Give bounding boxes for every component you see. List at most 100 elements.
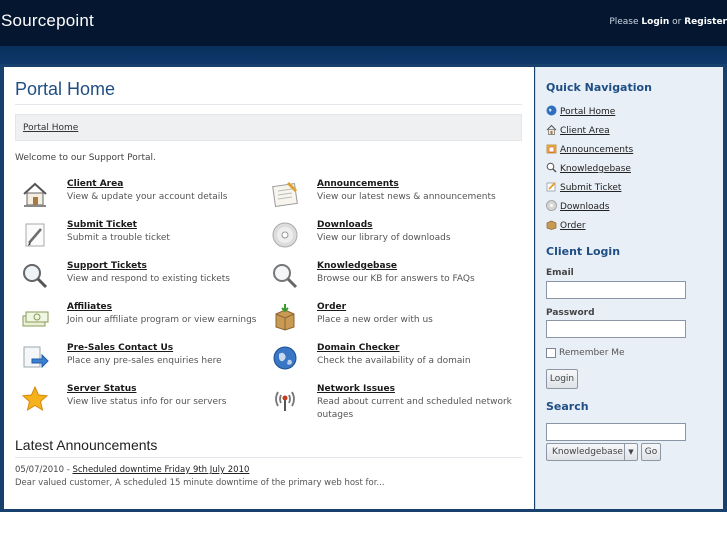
auth-links: Please Login or Register <box>609 17 727 27</box>
feature-server-status: Server Status View live status info for … <box>20 384 265 418</box>
quick-nav-heading: Quick Navigation <box>546 81 652 94</box>
quick-nav-label: Portal Home <box>560 107 616 117</box>
chevron-down-icon: ▼ <box>624 444 637 460</box>
login-button[interactable]: Login <box>546 369 578 389</box>
notepad-icon <box>272 181 298 207</box>
globe-icon <box>273 346 297 370</box>
feature-downloads: Downloads View our library of downloads <box>270 220 515 254</box>
feature-domain-checker: Domain Checker Check the availability of… <box>270 343 515 377</box>
feature-desc: View live status info for our servers <box>67 397 227 407</box>
disc-icon <box>272 222 298 248</box>
password-label: Password <box>546 308 595 318</box>
feature-desc: View and respond to existing tickets <box>67 274 230 284</box>
house-icon <box>23 182 47 207</box>
announcement-link[interactable]: Scheduled downtime Friday 9th July 2010 <box>72 465 249 475</box>
announcements-divider <box>15 457 522 458</box>
feature-desc: View our library of downloads <box>317 233 451 243</box>
quick-nav-submit-ticket[interactable]: Submit Ticket <box>546 181 621 193</box>
feature-desc: Place any pre-sales enquiries here <box>67 356 222 366</box>
password-field[interactable] <box>546 320 686 338</box>
feature-label[interactable]: Announcements <box>317 179 399 189</box>
email-field[interactable] <box>546 281 686 299</box>
search-input[interactable] <box>546 423 686 441</box>
feature-label[interactable]: Submit Ticket <box>67 220 137 230</box>
register-link[interactable]: Register <box>684 17 727 27</box>
feature-desc: Browse our KB for answers to FAQs <box>317 274 475 284</box>
search-scope-select[interactable]: Knowledgebase ▼ <box>546 443 638 461</box>
quick-nav-label: Announcements <box>560 145 634 155</box>
feature-knowledgebase: Knowledgebase Browse our KB for answers … <box>270 261 515 295</box>
feature-label[interactable]: Affiliates <box>67 302 112 312</box>
feature-support-tickets: Support Tickets View and respond to exis… <box>20 261 265 295</box>
antenna-icon <box>275 391 295 411</box>
quick-nav-knowledgebase[interactable]: Knowledgebase <box>546 162 631 174</box>
feature-label[interactable]: Pre-Sales Contact Us <box>67 343 173 353</box>
feature-client-area: Client Area View & update your account d… <box>20 179 265 213</box>
feature-desc: View & update your account details <box>67 192 228 202</box>
welcome-text: Welcome to our Support Portal. <box>15 153 156 163</box>
quick-nav-announcements[interactable]: Announcements <box>546 143 633 155</box>
title-divider <box>15 104 522 105</box>
feature-label[interactable]: Server Status <box>67 384 137 394</box>
feature-desc: Read about current and scheduled network… <box>317 397 512 420</box>
feature-affiliates: Affiliates Join our affiliate program or… <box>20 302 265 336</box>
auth-or: or <box>672 17 682 27</box>
feature-desc: Place a new order with us <box>317 315 433 325</box>
quick-nav-client-area[interactable]: Client Area <box>546 124 610 136</box>
house-icon <box>546 124 557 135</box>
announcement-excerpt: Dear valued customer, A scheduled 15 min… <box>15 478 385 488</box>
brand-logo[interactable]: Sourcepoint <box>1 11 94 31</box>
feature-desc: Check the availability of a domain <box>317 356 471 366</box>
quick-nav-portal-home[interactable]: Portal Home <box>546 105 615 117</box>
email-label: Email <box>546 268 574 278</box>
feature-label[interactable]: Domain Checker <box>317 343 399 353</box>
pencil-paper-icon <box>546 181 557 192</box>
quick-nav-label: Client Area <box>560 126 610 136</box>
nav-band <box>0 46 727 66</box>
feature-pre-sales-contact: Pre-Sales Contact Us Place any pre-sales… <box>20 343 265 377</box>
feature-network-issues: Network Issues Read about current and sc… <box>270 384 515 420</box>
feature-submit-ticket: Submit Ticket Submit a trouble ticket <box>20 220 265 254</box>
box-icon <box>275 304 295 331</box>
go-button[interactable]: Go <box>641 443 661 461</box>
pencil-paper-icon <box>25 223 45 247</box>
quick-nav-label: Knowledgebase <box>560 164 631 174</box>
quick-nav-label: Downloads <box>560 202 610 212</box>
feature-label[interactable]: Support Tickets <box>67 261 147 271</box>
arrow-doc-icon <box>23 346 49 369</box>
announcements-heading: Latest Announcements <box>15 437 158 453</box>
breadcrumb-portal-home[interactable]: Portal Home <box>23 123 78 133</box>
feature-announcements: Announcements View our latest news & ann… <box>270 179 515 213</box>
feature-label[interactable]: Order <box>317 302 346 312</box>
globe-icon <box>546 105 557 116</box>
feature-label[interactable]: Knowledgebase <box>317 261 397 271</box>
feature-label[interactable]: Client Area <box>67 179 123 189</box>
page-title: Portal Home <box>15 79 116 99</box>
folder-icon <box>546 143 557 154</box>
feature-order: Order Place a new order with us <box>270 302 515 336</box>
magnifier-icon <box>273 264 298 289</box>
magnifier-icon <box>546 162 557 173</box>
remember-me-checkbox[interactable] <box>546 348 556 358</box>
client-login-heading: Client Login <box>546 245 621 258</box>
feature-label[interactable]: Downloads <box>317 220 373 230</box>
quick-nav-order[interactable]: Order <box>546 219 586 231</box>
feature-desc: Join our affiliate program or view earni… <box>67 315 257 325</box>
search-scope-value: Knowledgebase <box>552 447 623 457</box>
feature-desc: View our latest news & announcements <box>317 192 496 202</box>
magnifier-icon <box>23 264 48 289</box>
quick-nav-label: Submit Ticket <box>560 183 622 193</box>
disc-icon <box>546 200 557 211</box>
login-link[interactable]: Login <box>641 17 669 27</box>
feature-label[interactable]: Network Issues <box>317 384 395 394</box>
quick-nav-downloads[interactable]: Downloads <box>546 200 609 212</box>
breadcrumb: Portal Home <box>15 114 522 141</box>
star-icon <box>21 385 49 412</box>
cash-icon <box>22 311 49 327</box>
announcement-date: 05/07/2010 <box>15 465 64 475</box>
announcement-item: 05/07/2010 - Scheduled downtime Friday 9… <box>15 465 249 475</box>
quick-nav-label: Order <box>560 221 586 231</box>
box-icon <box>546 219 557 230</box>
remember-me-label: Remember Me <box>559 348 625 358</box>
feature-desc: Submit a trouble ticket <box>67 233 170 243</box>
